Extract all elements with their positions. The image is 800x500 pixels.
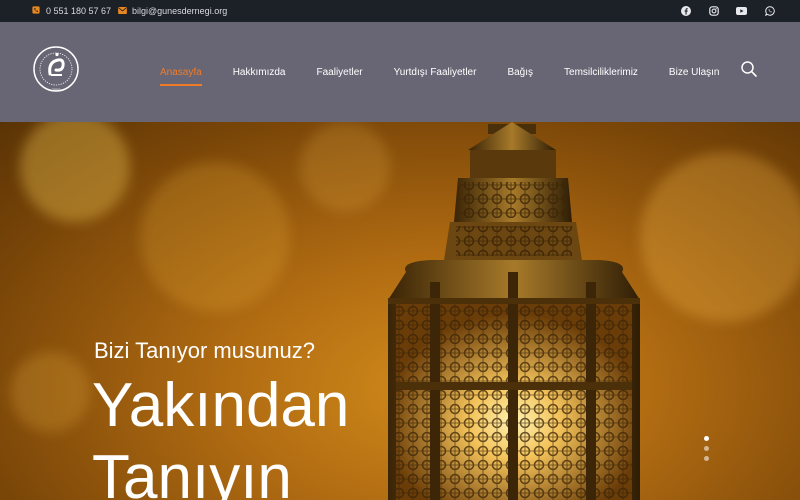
hero-slider: Bizi Tanıyor musunuz? Yakından Tanıyın xyxy=(0,122,800,500)
slider-dot[interactable] xyxy=(704,456,709,461)
email-contact[interactable]: bilgi@gunesdernegi.org xyxy=(117,0,227,22)
phone-contact[interactable]: 0 551 180 57 67 xyxy=(31,0,111,22)
hero-subtitle: Bizi Tanıyor musunuz? xyxy=(94,338,315,363)
envelope-icon xyxy=(117,6,127,16)
hero-title: Yakından Tanıyın xyxy=(92,371,350,500)
nav-item-anasayfa[interactable]: Anasayfa xyxy=(160,67,202,86)
nav-item-temsilciliklerimiz[interactable]: Temsilciliklerimiz xyxy=(564,67,638,78)
main-navigation: Anasayfa Hakkımızda Faaliyetler Yurtdışı… xyxy=(160,22,751,122)
svg-text:2009: 2009 xyxy=(52,87,62,92)
whatsapp-icon[interactable] xyxy=(764,6,775,17)
email-address: bilgi@gunesdernegi.org xyxy=(132,6,228,16)
site-logo[interactable]: 2009 xyxy=(31,42,81,100)
facebook-icon[interactable] xyxy=(680,6,691,17)
main-header: 2009 Anasayfa Hakkımızda Faaliyetler Yur… xyxy=(0,22,800,122)
youtube-icon[interactable] xyxy=(736,6,747,17)
social-links xyxy=(680,0,775,22)
nav-item-yurtdisi-faaliyetler[interactable]: Yurtdışı Faaliyetler xyxy=(394,67,477,78)
top-contact-bar: 0 551 180 57 67 bilgi@gunesdernegi.org xyxy=(0,0,800,22)
slider-dot[interactable] xyxy=(704,436,709,441)
nav-item-bagis[interactable]: Bağış xyxy=(507,67,533,78)
nav-item-bize-ulasin[interactable]: Bize Ulaşın xyxy=(669,67,720,78)
search-icon[interactable] xyxy=(740,60,758,78)
phone-number: 0 551 180 57 67 xyxy=(46,6,112,16)
nav-item-faaliyetler[interactable]: Faaliyetler xyxy=(317,67,363,78)
slider-dot[interactable] xyxy=(704,446,709,451)
slider-pagination xyxy=(704,436,709,461)
nav-item-hakkimizda[interactable]: Hakkımızda xyxy=(233,67,286,78)
phone-icon xyxy=(31,6,41,16)
instagram-icon[interactable] xyxy=(708,6,719,17)
